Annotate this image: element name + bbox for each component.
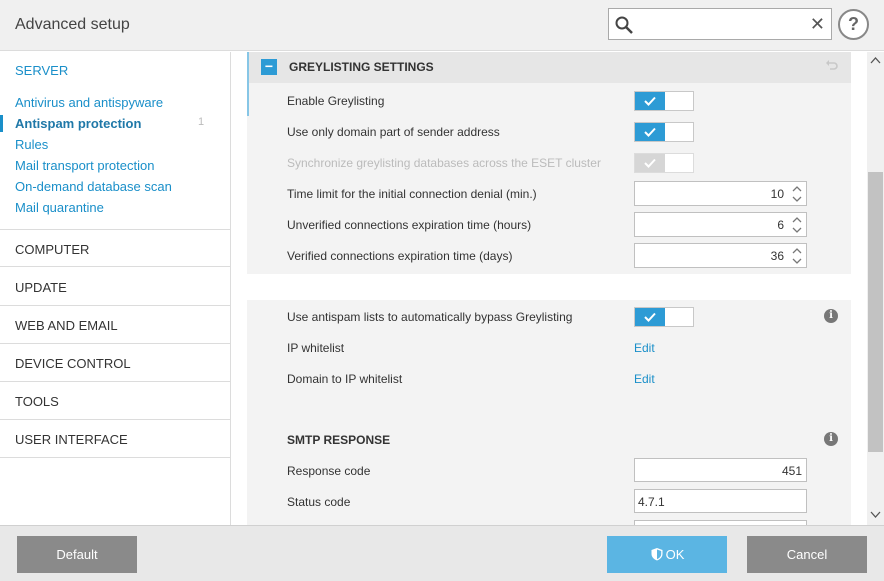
decrement-arrow-icon[interactable] — [791, 225, 803, 235]
ok-button-label: OK — [665, 547, 685, 562]
verified-expiration-stepper[interactable]: 36 — [634, 243, 807, 268]
sync-cluster-toggle — [634, 153, 694, 173]
default-button[interactable]: Default — [17, 536, 137, 573]
search-input[interactable] — [639, 13, 803, 35]
sidebar: SERVER Antivirus and antispyware Antispa… — [0, 52, 231, 525]
time-limit-stepper[interactable]: 10 — [634, 181, 807, 206]
increment-arrow-icon[interactable] — [791, 184, 803, 194]
sidebar-item-antivirus[interactable]: Antivirus and antispyware — [15, 95, 163, 110]
check-icon — [644, 158, 656, 168]
shield-icon — [651, 548, 663, 561]
unverified-expiration-stepper[interactable]: 6 — [634, 212, 807, 237]
unverified-expiration-value: 6 — [777, 218, 784, 232]
sidebar-section-update[interactable]: UPDATE — [0, 268, 230, 306]
sidebar-section-tools[interactable]: TOOLS — [0, 382, 230, 420]
sidebar-section-label: UPDATE — [15, 280, 67, 295]
clear-search-icon[interactable]: ✕ — [810, 12, 825, 36]
decrement-arrow-icon[interactable] — [791, 256, 803, 266]
sidebar-section-label: COMPUTER — [15, 242, 90, 257]
sidebar-section-web-email[interactable]: WEB AND EMAIL — [0, 306, 230, 344]
sidebar-item-mail-transport[interactable]: Mail transport protection — [15, 158, 154, 173]
domain-ip-whitelist-edit-link[interactable]: Edit — [634, 372, 655, 386]
row-highlight — [247, 83, 249, 116]
bypass-greylisting-label: Use antispam lists to automatically bypa… — [287, 310, 573, 324]
settings-panel: − GREYLISTING SETTINGS Enable Greylistin… — [247, 52, 851, 525]
unverified-expiration-label: Unverified connections expiration time (… — [287, 218, 532, 232]
status-code-label: Status code — [287, 495, 351, 509]
sidebar-item-on-demand-scan[interactable]: On-demand database scan — [15, 179, 172, 194]
vertical-scrollbar[interactable] — [867, 52, 884, 525]
settings-content: − GREYLISTING SETTINGS Enable Greylistin… — [231, 52, 867, 525]
status-code-input[interactable]: 4.7.1 — [634, 489, 807, 513]
enable-greylisting-toggle[interactable] — [634, 91, 694, 111]
check-icon — [644, 312, 656, 322]
increment-arrow-icon[interactable] — [791, 215, 803, 225]
decrement-arrow-icon[interactable] — [791, 194, 803, 204]
response-code-input[interactable]: 451 — [634, 458, 807, 482]
check-icon — [644, 96, 656, 106]
sidebar-item-antispam[interactable]: Antispam protection — [15, 116, 141, 131]
sidebar-section-label: DEVICE CONTROL — [15, 356, 131, 371]
sync-cluster-label: Synchronize greylisting databases across… — [287, 156, 601, 170]
scroll-up-arrow-icon[interactable] — [870, 56, 881, 64]
scrollbar-thumb[interactable] — [868, 172, 883, 452]
help-button[interactable]: ? — [838, 9, 869, 40]
scroll-down-arrow-icon[interactable] — [870, 511, 881, 519]
verified-expiration-label: Verified connections expiration time (da… — [287, 249, 513, 263]
info-icon[interactable]: i — [824, 432, 838, 446]
time-limit-label: Time limit for the initial connection de… — [287, 187, 537, 201]
response-code-value: 451 — [781, 464, 802, 478]
sidebar-section-device-control[interactable]: DEVICE CONTROL — [0, 344, 230, 382]
cancel-button[interactable]: Cancel — [747, 536, 867, 573]
enable-greylisting-label: Enable Greylisting — [287, 94, 385, 108]
sidebar-section-computer[interactable]: COMPUTER — [0, 229, 230, 267]
section-title: GREYLISTING SETTINGS — [289, 60, 434, 74]
active-indicator — [0, 115, 3, 132]
sidebar-section-user-interface[interactable]: USER INTERFACE — [0, 420, 230, 458]
search-icon — [615, 16, 633, 34]
time-limit-value: 10 — [770, 187, 784, 201]
sidebar-item-count: 1 — [198, 116, 205, 128]
revert-icon[interactable] — [825, 58, 839, 72]
domain-ip-whitelist-label: Domain to IP whitelist — [287, 372, 403, 386]
sidebar-item-rules[interactable]: Rules — [15, 137, 48, 152]
increment-arrow-icon[interactable] — [791, 246, 803, 256]
domain-only-label: Use only domain part of sender address — [287, 125, 500, 139]
check-icon — [644, 127, 656, 137]
sidebar-section-server[interactable]: SERVER — [0, 52, 230, 88]
section-header-greylisting: − GREYLISTING SETTINGS — [247, 52, 851, 83]
spacer — [247, 274, 851, 300]
footer-bar: Default OK Cancel — [0, 525, 884, 581]
collapse-icon[interactable]: − — [261, 59, 277, 75]
ip-whitelist-label: IP whitelist — [287, 341, 345, 355]
sidebar-section-label: WEB AND EMAIL — [15, 318, 118, 333]
response-code-label: Response code — [287, 464, 371, 478]
header-bar: Advanced setup ✕ ? — [0, 0, 884, 51]
smtp-response-title: SMTP RESPONSE — [287, 433, 391, 447]
verified-expiration-value: 36 — [770, 249, 784, 263]
sidebar-item-mail-quarantine[interactable]: Mail quarantine — [15, 200, 104, 215]
sidebar-section-label: USER INTERFACE — [15, 432, 128, 447]
ok-button[interactable]: OK — [607, 536, 727, 573]
window-title: Advanced setup — [15, 16, 130, 33]
bypass-greylisting-toggle[interactable] — [634, 307, 694, 327]
search-box[interactable]: ✕ — [608, 8, 832, 40]
sidebar-section-label: SERVER — [15, 63, 69, 78]
ip-whitelist-edit-link[interactable]: Edit — [634, 341, 655, 355]
info-icon[interactable]: i — [824, 309, 838, 323]
sidebar-section-label: TOOLS — [15, 394, 59, 409]
status-code-value: 4.7.1 — [638, 495, 665, 509]
domain-only-toggle[interactable] — [634, 122, 694, 142]
